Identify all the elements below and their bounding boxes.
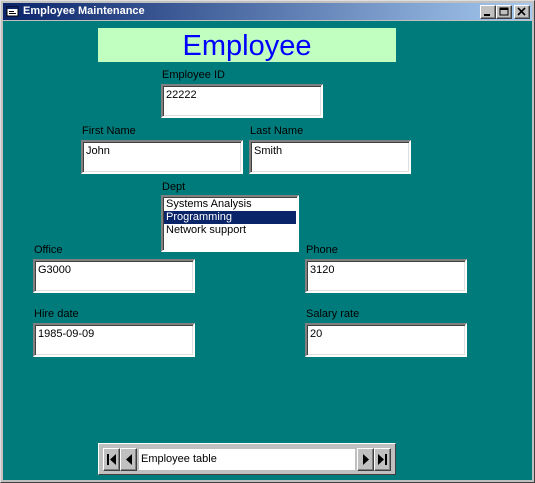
hire-date-field[interactable]: 1985-09-09: [33, 323, 195, 357]
office-field[interactable]: G3000: [33, 259, 195, 293]
close-icon: [517, 7, 526, 16]
data-control: Employee table: [98, 443, 396, 475]
minimize-button[interactable]: [480, 5, 496, 19]
prev-record-icon: [126, 454, 132, 465]
phone-value: 3120: [310, 264, 335, 276]
minimize-icon: [484, 14, 490, 16]
first-record-button[interactable]: [103, 448, 120, 471]
salary-rate-value: 20: [310, 328, 323, 340]
employee-id-field[interactable]: 22222: [161, 84, 323, 118]
dept-listbox[interactable]: Systems Analysis Programming Network sup…: [161, 195, 299, 252]
last-name-field[interactable]: Smith: [249, 140, 411, 174]
phone-label: Phone: [306, 244, 338, 256]
employee-id-value: 22222: [166, 89, 197, 101]
dept-option-systems-analysis[interactable]: Systems Analysis: [164, 198, 296, 211]
prev-record-button[interactable]: [120, 448, 137, 471]
hire-date-value: 1985-09-09: [38, 328, 95, 340]
form-banner: Employee: [98, 28, 396, 62]
last-record-icon: [378, 454, 387, 465]
dept-option-programming[interactable]: Programming: [164, 211, 296, 224]
first-name-field[interactable]: John: [81, 140, 243, 174]
last-record-button[interactable]: [374, 448, 391, 471]
title-bar[interactable]: Employee Maintenance: [3, 3, 532, 20]
app-icon[interactable]: [6, 5, 19, 18]
last-name-value: Smith: [254, 145, 283, 157]
first-name-value: John: [86, 145, 110, 157]
maximize-button[interactable]: [496, 5, 512, 19]
dept-label: Dept: [162, 181, 186, 193]
first-record-icon: [107, 454, 116, 465]
first-name-label: First Name: [82, 125, 136, 137]
salary-rate-field[interactable]: 20: [305, 323, 467, 357]
employee-maintenance-window: Employee Maintenance Employee Employee I…: [0, 0, 535, 483]
next-record-button[interactable]: [357, 448, 374, 471]
office-label: Office: [34, 244, 63, 256]
hire-date-label: Hire date: [34, 308, 79, 320]
phone-field[interactable]: 3120: [305, 259, 467, 293]
data-control-caption: Employee table: [139, 449, 355, 470]
close-button[interactable]: [514, 5, 530, 19]
employee-id-label: Employee ID: [162, 69, 225, 81]
maximize-icon: [499, 7, 509, 16]
last-name-label: Last Name: [250, 125, 304, 137]
salary-rate-label: Salary rate: [306, 308, 360, 320]
office-value: G3000: [38, 264, 72, 276]
window-title: Employee Maintenance: [23, 5, 145, 17]
form-client-area: Employee Employee ID 22222 First Name Jo…: [3, 21, 532, 480]
dept-option-network-support[interactable]: Network support: [164, 224, 296, 237]
next-record-icon: [363, 454, 369, 465]
